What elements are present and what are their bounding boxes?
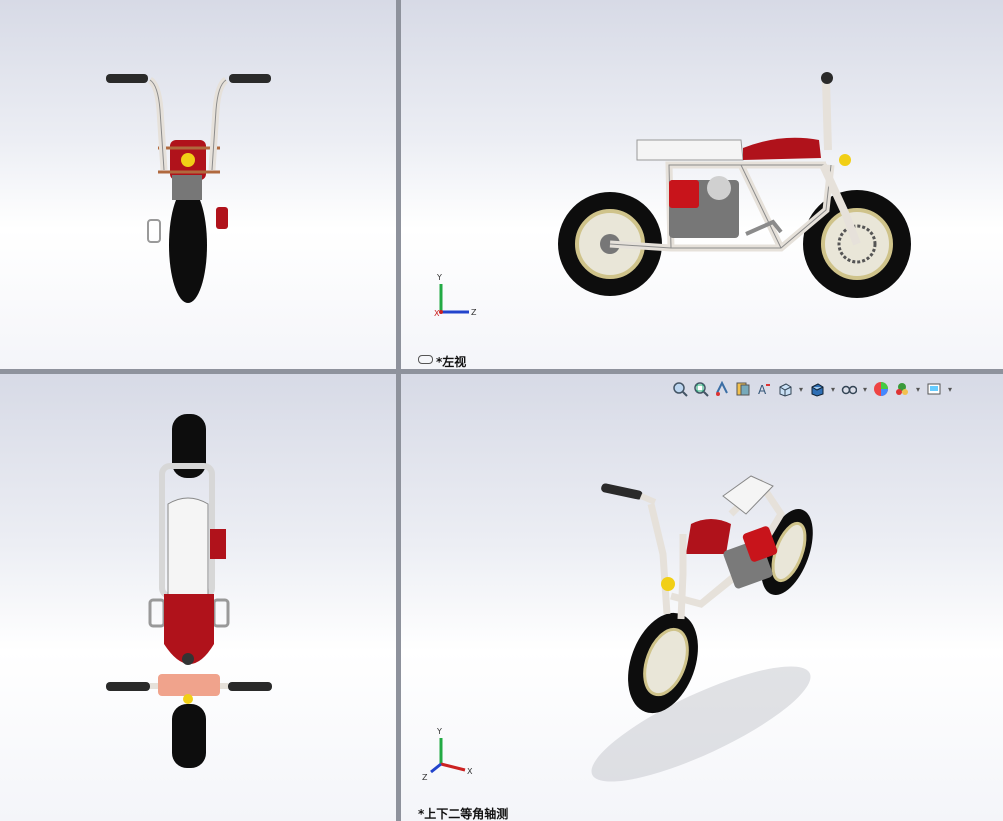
headlight-iso xyxy=(661,577,675,591)
fuel-tank-iso xyxy=(686,519,731,554)
y-axis-label: Y xyxy=(436,273,442,282)
grip-end xyxy=(821,72,833,84)
engine-fuel-cap-red xyxy=(669,180,699,208)
viewport-grid: Y Z X *左视 A ▾ ▾ ▾ ▾ ▾ Y X Z *上下二等角轴测 xyxy=(0,0,1003,821)
z-axis-label: Z xyxy=(422,773,428,782)
coordinate-triad-iso: Y X Z xyxy=(422,727,473,782)
left-peg-top xyxy=(148,598,166,628)
iso-view-model xyxy=(591,475,813,782)
left-footpeg xyxy=(147,219,161,243)
x-axis xyxy=(440,762,466,772)
front-fork-iso xyxy=(647,503,687,620)
y-axis-label: Y xyxy=(436,727,442,736)
coordinate-triad: Y Z X xyxy=(434,273,477,318)
viewport-left[interactable]: Y Z X *左视 xyxy=(401,0,1003,369)
right-grip-top xyxy=(228,682,272,691)
headlight xyxy=(181,153,195,167)
front-view-model xyxy=(106,74,271,303)
fuel-tank xyxy=(743,137,821,160)
left-grip-iso xyxy=(601,483,643,500)
z-axis-label: Z xyxy=(471,308,477,317)
view-label-left: *左视 xyxy=(436,355,467,369)
left-grip xyxy=(106,74,148,83)
engine-front xyxy=(172,175,202,200)
right-grip xyxy=(229,74,271,83)
top-view-model xyxy=(106,414,272,768)
right-peg-top xyxy=(212,598,230,628)
link-view-icon[interactable] xyxy=(418,355,433,364)
front-tire-top xyxy=(172,704,206,768)
air-filter xyxy=(707,176,731,200)
seat xyxy=(636,139,744,161)
front-tire xyxy=(169,187,207,303)
fuel-cap xyxy=(182,653,194,665)
seat-top xyxy=(167,497,209,597)
ground-shadow xyxy=(591,666,811,782)
viewport-iso[interactable]: A ▾ ▾ ▾ ▾ ▾ Y X Z *上下二等角轴测 xyxy=(401,374,1003,821)
viewport-front[interactable] xyxy=(0,0,396,369)
handlebar-iso xyxy=(639,493,657,505)
left-grip-top xyxy=(106,682,150,691)
headlight xyxy=(839,154,851,166)
x-axis xyxy=(439,310,443,314)
handlebar-clamp-top xyxy=(158,674,220,696)
x-axis-label: X xyxy=(467,767,473,776)
left-view-model xyxy=(558,72,911,298)
view-label-iso: *上下二等角轴测 xyxy=(418,807,509,821)
headlight-top xyxy=(183,694,193,704)
engine-red-top xyxy=(210,529,226,559)
viewport-top[interactable] xyxy=(0,374,396,821)
engine-red-side xyxy=(216,207,228,229)
z-axis xyxy=(430,762,442,774)
x-axis-label: X xyxy=(434,309,440,318)
